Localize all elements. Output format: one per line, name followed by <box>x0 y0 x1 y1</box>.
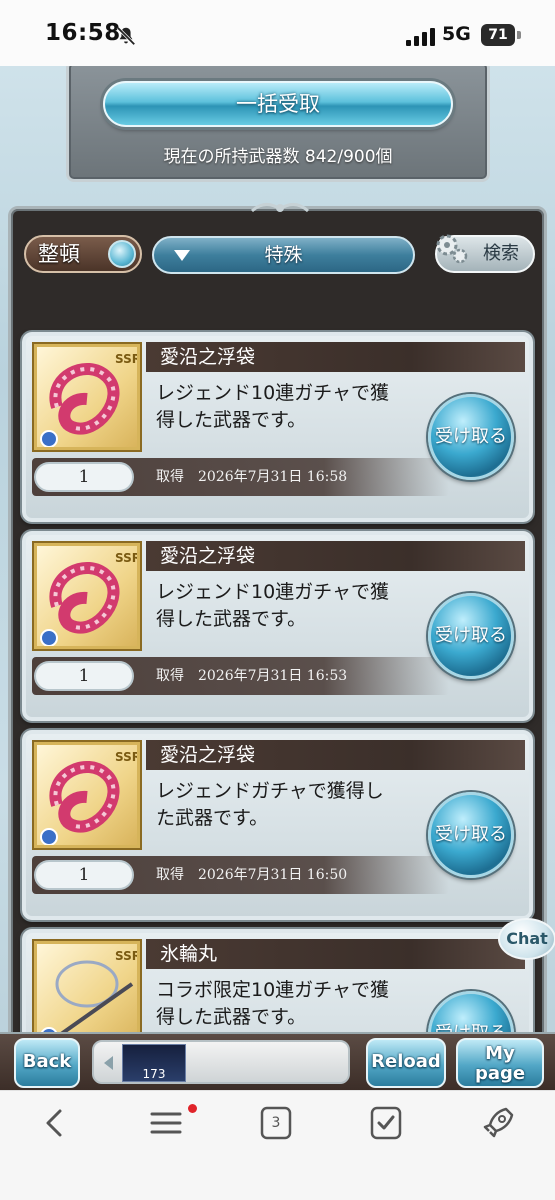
rocket-icon[interactable] <box>480 1105 516 1141</box>
item-description: レジェンド10連ガチャで獲 得した武器です。 <box>156 382 389 431</box>
reload-button[interactable]: Reload <box>366 1038 446 1088</box>
game-bottom-nav: Back 173 Reload My page <box>0 1032 555 1090</box>
item-name: 愛沿之浮袋 <box>146 342 525 372</box>
battery-level: 71 <box>481 24 515 46</box>
menu-icon[interactable] <box>148 1105 184 1141</box>
left-arrow-icon[interactable] <box>104 1056 113 1070</box>
quick-strip[interactable]: 173 <box>92 1040 350 1084</box>
list-item: 愛沿之浮袋 SSR 1 取得 2026年7月31日 16:53 レジェンド10連… <box>22 531 533 721</box>
sort-label: 整頓 <box>38 242 80 266</box>
item-description: コラボ限定10連ガチャで獲 得した武器です。 <box>156 979 389 1028</box>
quest-thumbnail[interactable]: 173 <box>122 1044 186 1082</box>
search-label: 検索 <box>483 243 519 264</box>
back-icon[interactable] <box>38 1105 74 1141</box>
back-button[interactable]: Back <box>14 1038 80 1088</box>
sort-button[interactable]: 整頓 <box>24 235 142 273</box>
item-name: 愛沿之浮袋 <box>146 740 525 770</box>
item-count: 1 <box>34 462 134 492</box>
rarity-badge: SSR <box>115 949 140 963</box>
tab-count: 3 <box>271 1115 281 1131</box>
mypage-button[interactable]: My page <box>456 1038 544 1088</box>
game-view: 一括受取 現在の所持武器数 842/900個 整頓 特殊 検索 愛沿之浮袋 SS… <box>0 66 555 1090</box>
item-name: 愛沿之浮袋 <box>146 541 525 571</box>
browser-toolbar: 3 <box>0 1090 555 1200</box>
list-item: 愛沿之浮袋 SSR 1 取得 2026年7月31日 16:50 レジェンドガチャ… <box>22 730 533 920</box>
quest-thumbnail-value: 173 <box>142 1067 166 1081</box>
item-description: レジェンドガチャで獲得し た武器です。 <box>156 780 384 829</box>
list-item: 愛沿之浮袋 SSR 1 取得 2026年7月31日 16:58 レジェンド10連… <box>22 332 533 522</box>
item-acquired: 取得 2026年7月31日 16:50 <box>156 867 348 883</box>
bell-muted-icon <box>116 26 136 46</box>
chat-button[interactable]: Chat <box>498 918 555 960</box>
float-ring-icon: SSR <box>40 750 140 845</box>
filter-label: 特殊 <box>264 244 303 266</box>
float-ring-icon: SSR <box>40 352 140 447</box>
weapon-thumbnail: SSR <box>34 742 140 848</box>
dropdown-triangle-icon <box>174 250 190 261</box>
item-acquired: 取得 2026年7月31日 16:58 <box>156 469 348 485</box>
weapon-thumbnail: SSR <box>34 344 140 450</box>
rarity-badge: SSR <box>115 551 140 565</box>
rarity-badge: SSR <box>115 352 140 366</box>
status-time: 16:58 <box>45 20 121 46</box>
status-bar: 16:58 5G 71 <box>0 0 555 66</box>
filter-select[interactable]: 特殊 <box>152 236 415 274</box>
signal-icon <box>406 28 435 46</box>
item-count: 1 <box>34 860 134 890</box>
receive-all-button[interactable]: 一括受取 <box>103 81 453 127</box>
notification-dot <box>188 1104 197 1113</box>
item-name: 氷輪丸 <box>146 939 525 969</box>
weapon-thumbnail: SSR <box>34 543 140 649</box>
rarity-badge: SSR <box>115 750 140 764</box>
ornament-icon <box>250 203 310 213</box>
item-acquired: 取得 2026年7月31日 16:53 <box>156 668 348 684</box>
receive-panel: 一括受取 現在の所持武器数 842/900個 <box>66 66 490 182</box>
tabs-button[interactable]: 3 <box>258 1105 294 1141</box>
battery-icon: 71 <box>481 24 521 46</box>
weapon-count: 現在の所持武器数 842/900個 <box>163 147 393 167</box>
claim-button[interactable]: 受け取る <box>428 394 514 480</box>
gear-icon <box>436 234 468 264</box>
claim-button[interactable]: 受け取る <box>428 593 514 679</box>
checkbox-icon[interactable] <box>368 1105 404 1141</box>
item-description: レジェンド10連ガチャで獲 得した武器です。 <box>156 581 389 630</box>
search-button[interactable]: 検索 <box>435 234 535 273</box>
claim-button[interactable]: 受け取る <box>428 792 514 878</box>
item-count: 1 <box>34 661 134 691</box>
float-ring-icon: SSR <box>40 551 140 646</box>
sort-icon <box>108 240 136 268</box>
network-label: 5G <box>442 23 471 45</box>
